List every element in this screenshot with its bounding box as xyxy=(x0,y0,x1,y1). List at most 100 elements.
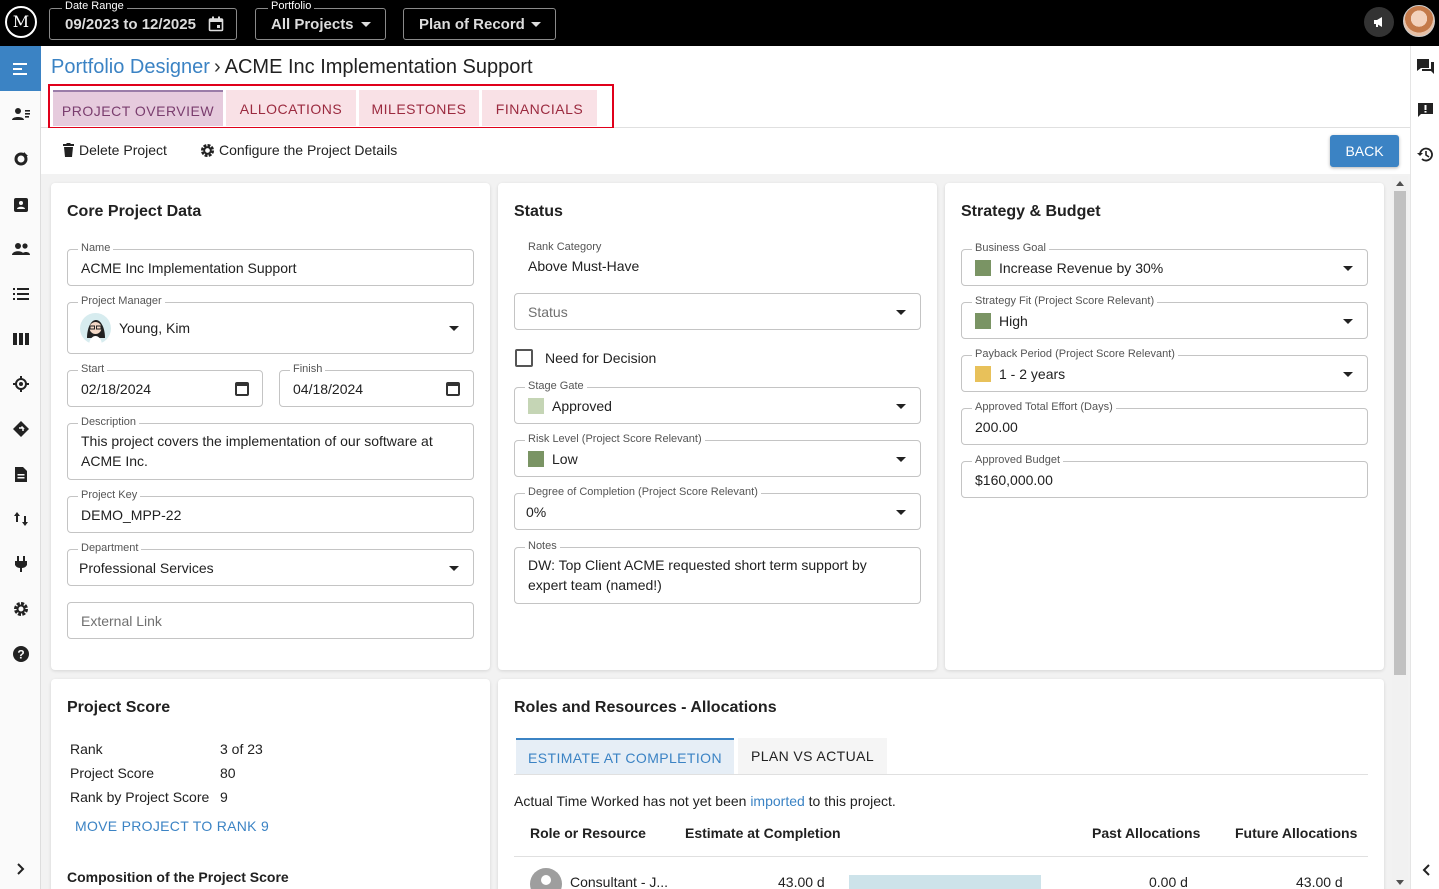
business-goal-select[interactable]: Business Goal Increase Revenue by 30% xyxy=(961,242,1368,286)
app-logo[interactable]: M xyxy=(5,6,37,38)
calendar-icon[interactable] xyxy=(446,382,460,396)
target-icon[interactable] xyxy=(0,364,41,404)
configure-project-button[interactable]: Configure the Project Details xyxy=(200,142,397,158)
approved-effort-field[interactable]: Approved Total Effort (Days) 200.00 xyxy=(961,401,1368,445)
project-key-field[interactable]: Project Key DEMO_MPP-22 xyxy=(67,489,474,533)
name-label: Name xyxy=(78,242,114,255)
stage-gate-select[interactable]: Stage Gate Approved xyxy=(514,380,921,424)
scroll-down-arrow-icon[interactable] xyxy=(1396,880,1404,886)
rank-label: Rank xyxy=(70,741,103,757)
chevron-down-icon xyxy=(896,457,906,462)
top-bar: M Date Range 09/2023 to 12/2025 Portfoli… xyxy=(0,0,1439,46)
delete-project-label: Delete Project xyxy=(79,142,167,158)
tab-estimate-at-completion[interactable]: ESTIMATE AT COMPLETION xyxy=(516,738,734,774)
external-link-field[interactable]: External Link xyxy=(67,602,474,639)
chevron-down-icon xyxy=(896,404,906,409)
header-past-allocations[interactable]: Past Allocations xyxy=(1092,825,1200,841)
project-manager-select[interactable]: Project Manager Young, Kim xyxy=(67,295,474,354)
finish-date-field[interactable]: Finish 04/18/2024 xyxy=(279,363,474,407)
date-range-value: 09/2023 to 12/2025 xyxy=(65,16,196,33)
chevron-down-icon xyxy=(1343,372,1353,377)
project-score-label: Project Score xyxy=(70,765,155,781)
project-manager-label: Project Manager xyxy=(78,295,165,308)
chevron-down-icon xyxy=(896,310,906,315)
scroll-up-arrow-icon[interactable] xyxy=(1396,180,1404,186)
row-estimate: 43.00 d xyxy=(778,874,825,889)
menu-icon[interactable] xyxy=(0,46,41,91)
name-field[interactable]: Name ACME Inc Implementation Support xyxy=(67,242,474,286)
project-key-value: DEMO_MPP-22 xyxy=(81,507,182,523)
department-select[interactable]: Department Professional Services xyxy=(67,542,474,586)
table-row[interactable]: Consultant - J... 43.00 d 0.00 d 43.00 d xyxy=(514,864,1368,889)
approved-effort-value: 200.00 xyxy=(975,419,1018,435)
breadcrumb-portfolio-designer[interactable]: Portfolio Designer xyxy=(51,56,210,78)
row-role-name: Consultant - J... xyxy=(570,874,669,889)
risk-level-value: Low xyxy=(552,451,578,467)
roadmap-icon[interactable] xyxy=(0,409,41,449)
degree-of-completion-select[interactable]: Degree of Completion (Project Score Rele… xyxy=(514,486,921,530)
chevron-down-icon xyxy=(1343,266,1353,271)
plug-icon[interactable] xyxy=(0,544,41,584)
columns-icon[interactable] xyxy=(0,319,41,359)
status-card: Status Rank Category Above Must-Have Sta… xyxy=(498,183,937,670)
user-avatar[interactable] xyxy=(1403,5,1435,37)
approved-budget-value: $160,000.00 xyxy=(975,472,1053,488)
notes-field[interactable]: Notes DW: Top Client ACME requested shor… xyxy=(514,540,921,604)
history-icon[interactable] xyxy=(1411,147,1439,166)
assignment-icon[interactable] xyxy=(0,184,41,224)
document-icon[interactable] xyxy=(0,454,41,494)
help-icon[interactable]: ? xyxy=(0,634,41,674)
move-project-to-rank-button[interactable]: MOVE PROJECT TO RANK 9 xyxy=(75,818,269,834)
description-field[interactable]: Description This project covers the impl… xyxy=(67,416,474,480)
people-icon[interactable] xyxy=(0,229,41,269)
need-for-decision-checkbox[interactable] xyxy=(515,349,533,367)
scrollbar-thumb[interactable] xyxy=(1394,191,1406,675)
tab-project-overview[interactable]: PROJECT OVERVIEW xyxy=(53,90,223,126)
settings-icon[interactable] xyxy=(0,589,41,629)
tab-milestones[interactable]: MILESTONES xyxy=(359,90,479,126)
megaphone-icon[interactable] xyxy=(1364,7,1394,37)
resources-icon[interactable] xyxy=(0,94,41,134)
project-score-value: 80 xyxy=(220,765,236,781)
chevron-left-icon[interactable] xyxy=(1411,863,1439,880)
risk-level-select[interactable]: Risk Level (Project Score Relevant) Low xyxy=(514,433,921,477)
chat-icon[interactable] xyxy=(1411,59,1439,78)
chevron-down-icon xyxy=(531,22,541,27)
approved-budget-field[interactable]: Approved Budget $160,000.00 xyxy=(961,454,1368,498)
business-goal-swatch xyxy=(975,260,991,276)
start-date-field[interactable]: Start 02/18/2024 xyxy=(67,363,263,407)
page-title: ACME Inc Implementation Support xyxy=(224,56,533,78)
status-select[interactable]: Status xyxy=(514,293,921,330)
refresh-icon[interactable] xyxy=(0,139,41,179)
sort-icon[interactable] xyxy=(0,499,41,539)
header-role-or-resource[interactable]: Role or Resource xyxy=(530,825,646,841)
header-estimate-at-completion[interactable]: Estimate at Completion xyxy=(685,825,841,841)
notice-text-before: Actual Time Worked has not yet been xyxy=(514,793,747,809)
toolbar: Delete Project Configure the Project Det… xyxy=(41,128,1410,174)
imported-link[interactable]: imported xyxy=(750,793,804,809)
calendar-icon[interactable] xyxy=(235,382,249,396)
status-placeholder: Status xyxy=(528,304,568,320)
degree-of-completion-label: Degree of Completion (Project Score Rele… xyxy=(525,486,761,499)
stage-gate-label: Stage Gate xyxy=(525,380,587,393)
notes-label: Notes xyxy=(525,540,560,553)
business-goal-label: Business Goal xyxy=(972,242,1049,255)
date-range-picker[interactable]: Date Range 09/2023 to 12/2025 xyxy=(49,0,237,40)
project-manager-value: Young, Kim xyxy=(119,320,191,336)
payback-period-select[interactable]: Payback Period (Project Score Relevant) … xyxy=(961,348,1368,392)
tab-plan-vs-actual[interactable]: PLAN VS ACTUAL xyxy=(738,738,887,774)
back-button[interactable]: BACK xyxy=(1330,135,1399,167)
rank-value: 3 of 23 xyxy=(220,741,263,757)
tab-financials[interactable]: FINANCIALS xyxy=(482,90,597,126)
list-icon[interactable] xyxy=(0,274,41,314)
tab-allocations[interactable]: ALLOCATIONS xyxy=(226,90,356,126)
portfolio-select[interactable]: Portfolio All Projects xyxy=(255,0,386,40)
core-card-title: Core Project Data xyxy=(67,203,202,220)
portfolio-value: All Projects xyxy=(271,16,354,33)
plan-select[interactable]: Plan of Record xyxy=(403,8,556,40)
delete-project-button[interactable]: Delete Project xyxy=(63,142,167,158)
header-future-allocations[interactable]: Future Allocations xyxy=(1235,825,1357,841)
chevron-right-icon[interactable] xyxy=(0,849,41,889)
strategy-fit-select[interactable]: Strategy Fit (Project Score Relevant) Hi… xyxy=(961,295,1368,339)
feedback-icon[interactable] xyxy=(1411,103,1439,122)
